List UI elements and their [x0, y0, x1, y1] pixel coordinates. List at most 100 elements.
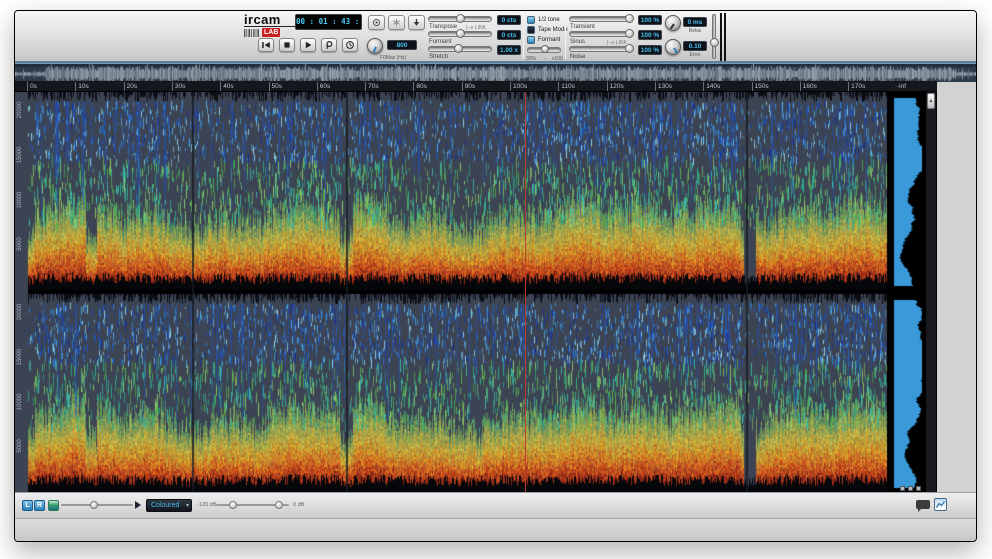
loop-button[interactable] — [321, 38, 337, 52]
record-mode-button[interactable] — [368, 15, 385, 30]
skip-start-button[interactable] — [258, 38, 274, 52]
noise-label: Noise — [570, 54, 585, 60]
workspace: -inf 0s10s20s30s40s50s60s70s80s90s100s11… — [15, 63, 976, 492]
relax-value: 0 ms — [683, 17, 707, 27]
toolbar-grip — [720, 13, 722, 61]
master-level-handle[interactable] — [710, 38, 719, 47]
snap-button[interactable] — [388, 15, 405, 30]
channel-right-button[interactable]: R — [34, 500, 45, 511]
lab-badge: LAB — [262, 28, 280, 37]
play-triangle-icon[interactable] — [135, 501, 141, 509]
ruler-tick: 110s — [558, 82, 575, 91]
noise-row: 100 % Noise — [569, 45, 663, 61]
transpose-slider[interactable] — [428, 16, 492, 22]
skip-start-icon — [261, 40, 271, 50]
colour-mode-dropdown[interactable]: Coloured ▾ — [146, 499, 192, 512]
half-tone-option[interactable]: 1/2 tone — [527, 15, 560, 25]
input-monitor-button[interactable] — [408, 15, 425, 30]
transient-row: 100 % Transient — [569, 15, 663, 31]
stop-icon — [282, 40, 292, 50]
play-button[interactable] — [300, 38, 316, 52]
error-knob[interactable] — [665, 39, 681, 55]
stretch-slider[interactable] — [428, 46, 492, 52]
ruler-tick: 70s — [365, 82, 378, 91]
stretch-row: 1.00 x Stretch — [428, 45, 522, 61]
tape-mode-option[interactable]: Tape Mode — [527, 25, 568, 35]
noise-slider-handle[interactable] — [625, 44, 634, 53]
barcode-icon — [244, 29, 260, 37]
ircam-lab-logo: ircam LAB — [244, 13, 296, 37]
stretch-slider-handle[interactable] — [454, 44, 463, 53]
ruler-tick: 10s — [75, 82, 88, 91]
master-level-slider[interactable] — [712, 14, 716, 59]
stretch-value: 1.00 x — [497, 45, 521, 55]
f0max-knob[interactable] — [367, 38, 383, 54]
vertical-scrollbar[interactable]: ▲ — [925, 92, 936, 492]
spectrogram-view-icon[interactable] — [48, 500, 59, 511]
ruler-tick: 140s — [703, 82, 720, 91]
scale-max-label: x100 — [552, 56, 563, 62]
db-range-high-handle[interactable] — [275, 501, 283, 509]
transient-slider-handle[interactable] — [625, 14, 634, 23]
error-value: 0.10 — [683, 41, 707, 51]
error-label: Error — [683, 52, 707, 58]
scrollbar-up-arrow[interactable]: ▲ — [927, 93, 935, 109]
h-scrollbar-controls[interactable] — [900, 486, 921, 491]
loop-icon — [324, 40, 334, 50]
overview-waveform[interactable] — [15, 63, 977, 82]
ruler-tick: 120s — [607, 82, 624, 91]
formant-mode-checkbox[interactable] — [527, 36, 535, 44]
scale-sep-label: - — [544, 56, 546, 62]
stats-chart-icon[interactable] — [934, 498, 947, 511]
record-dot-icon — [372, 18, 381, 27]
formant-row: 0 cts Formant — [428, 30, 522, 46]
stretch-scale-slider[interactable] — [527, 47, 561, 53]
db-range-slider[interactable] — [216, 504, 289, 506]
noise-value: 100 % — [638, 45, 662, 55]
overview-zoom-handle[interactable] — [90, 501, 98, 509]
spectrogram-area: ▲ 20000150001000050002000015000100005000 — [15, 92, 937, 492]
time-ruler[interactable]: -inf 0s10s20s30s40s50s60s70s80s90s100s11… — [15, 81, 937, 92]
formant-mode-option[interactable]: Formant — [527, 35, 560, 45]
chevron-down-icon: ▾ — [186, 500, 189, 512]
clock-button[interactable] — [342, 38, 358, 52]
ruler-tick: 0s — [27, 82, 37, 91]
transpose-slider-handle[interactable] — [456, 14, 465, 23]
comment-bubble-icon[interactable] — [916, 500, 930, 509]
sinus-slider[interactable] — [569, 31, 633, 37]
ruler-tick: 160s — [800, 82, 817, 91]
noise-slider[interactable] — [569, 46, 633, 52]
relax-label: Relax — [683, 28, 707, 34]
f0max-value: 800 — [387, 40, 417, 50]
transient-value: 100 % — [638, 15, 662, 25]
relax-knob[interactable] — [665, 15, 681, 31]
channel-left-button[interactable]: L — [22, 500, 33, 511]
ruler-tick: 60s — [317, 82, 330, 91]
tape-mode-checkbox[interactable] — [527, 26, 535, 34]
playhead-line — [525, 92, 526, 492]
sinus-row: 100 % Sinus |--o LINK — [569, 30, 663, 46]
ruler-tick: 90s — [462, 82, 475, 91]
tape-mode-label: Tape Mode — [538, 27, 568, 33]
db-range-low-handle[interactable] — [229, 501, 237, 509]
spectrogram-canvas[interactable] — [15, 92, 937, 492]
half-tone-checkbox[interactable] — [527, 16, 535, 24]
stretch-scale-handle[interactable] — [541, 45, 549, 53]
formant-slider-handle[interactable] — [456, 29, 465, 38]
ruler-tick: 40s — [220, 82, 233, 91]
stop-button[interactable] — [279, 38, 295, 52]
ruler-tick: 170s — [848, 82, 865, 91]
sinus-value: 100 % — [638, 30, 662, 40]
colour-mode-value: Coloured — [151, 502, 179, 509]
sinus-slider-handle[interactable] — [625, 29, 634, 38]
ruler-tick: 20s — [124, 82, 137, 91]
overview-zoom-slider[interactable] — [61, 504, 133, 506]
transient-slider[interactable] — [569, 16, 633, 22]
toolbar: ircam LAB 00 : 01 : 43 : 20.05 — [15, 11, 976, 63]
formant-slider[interactable] — [428, 31, 492, 37]
formant-value: 0 cts — [497, 30, 521, 40]
ruler-tick: 150s — [752, 82, 769, 91]
ruler-tick: 100s — [510, 82, 527, 91]
timecode-display: 00 : 01 : 43 : 20.05 — [295, 14, 362, 30]
brand-text: ircam — [244, 13, 296, 27]
